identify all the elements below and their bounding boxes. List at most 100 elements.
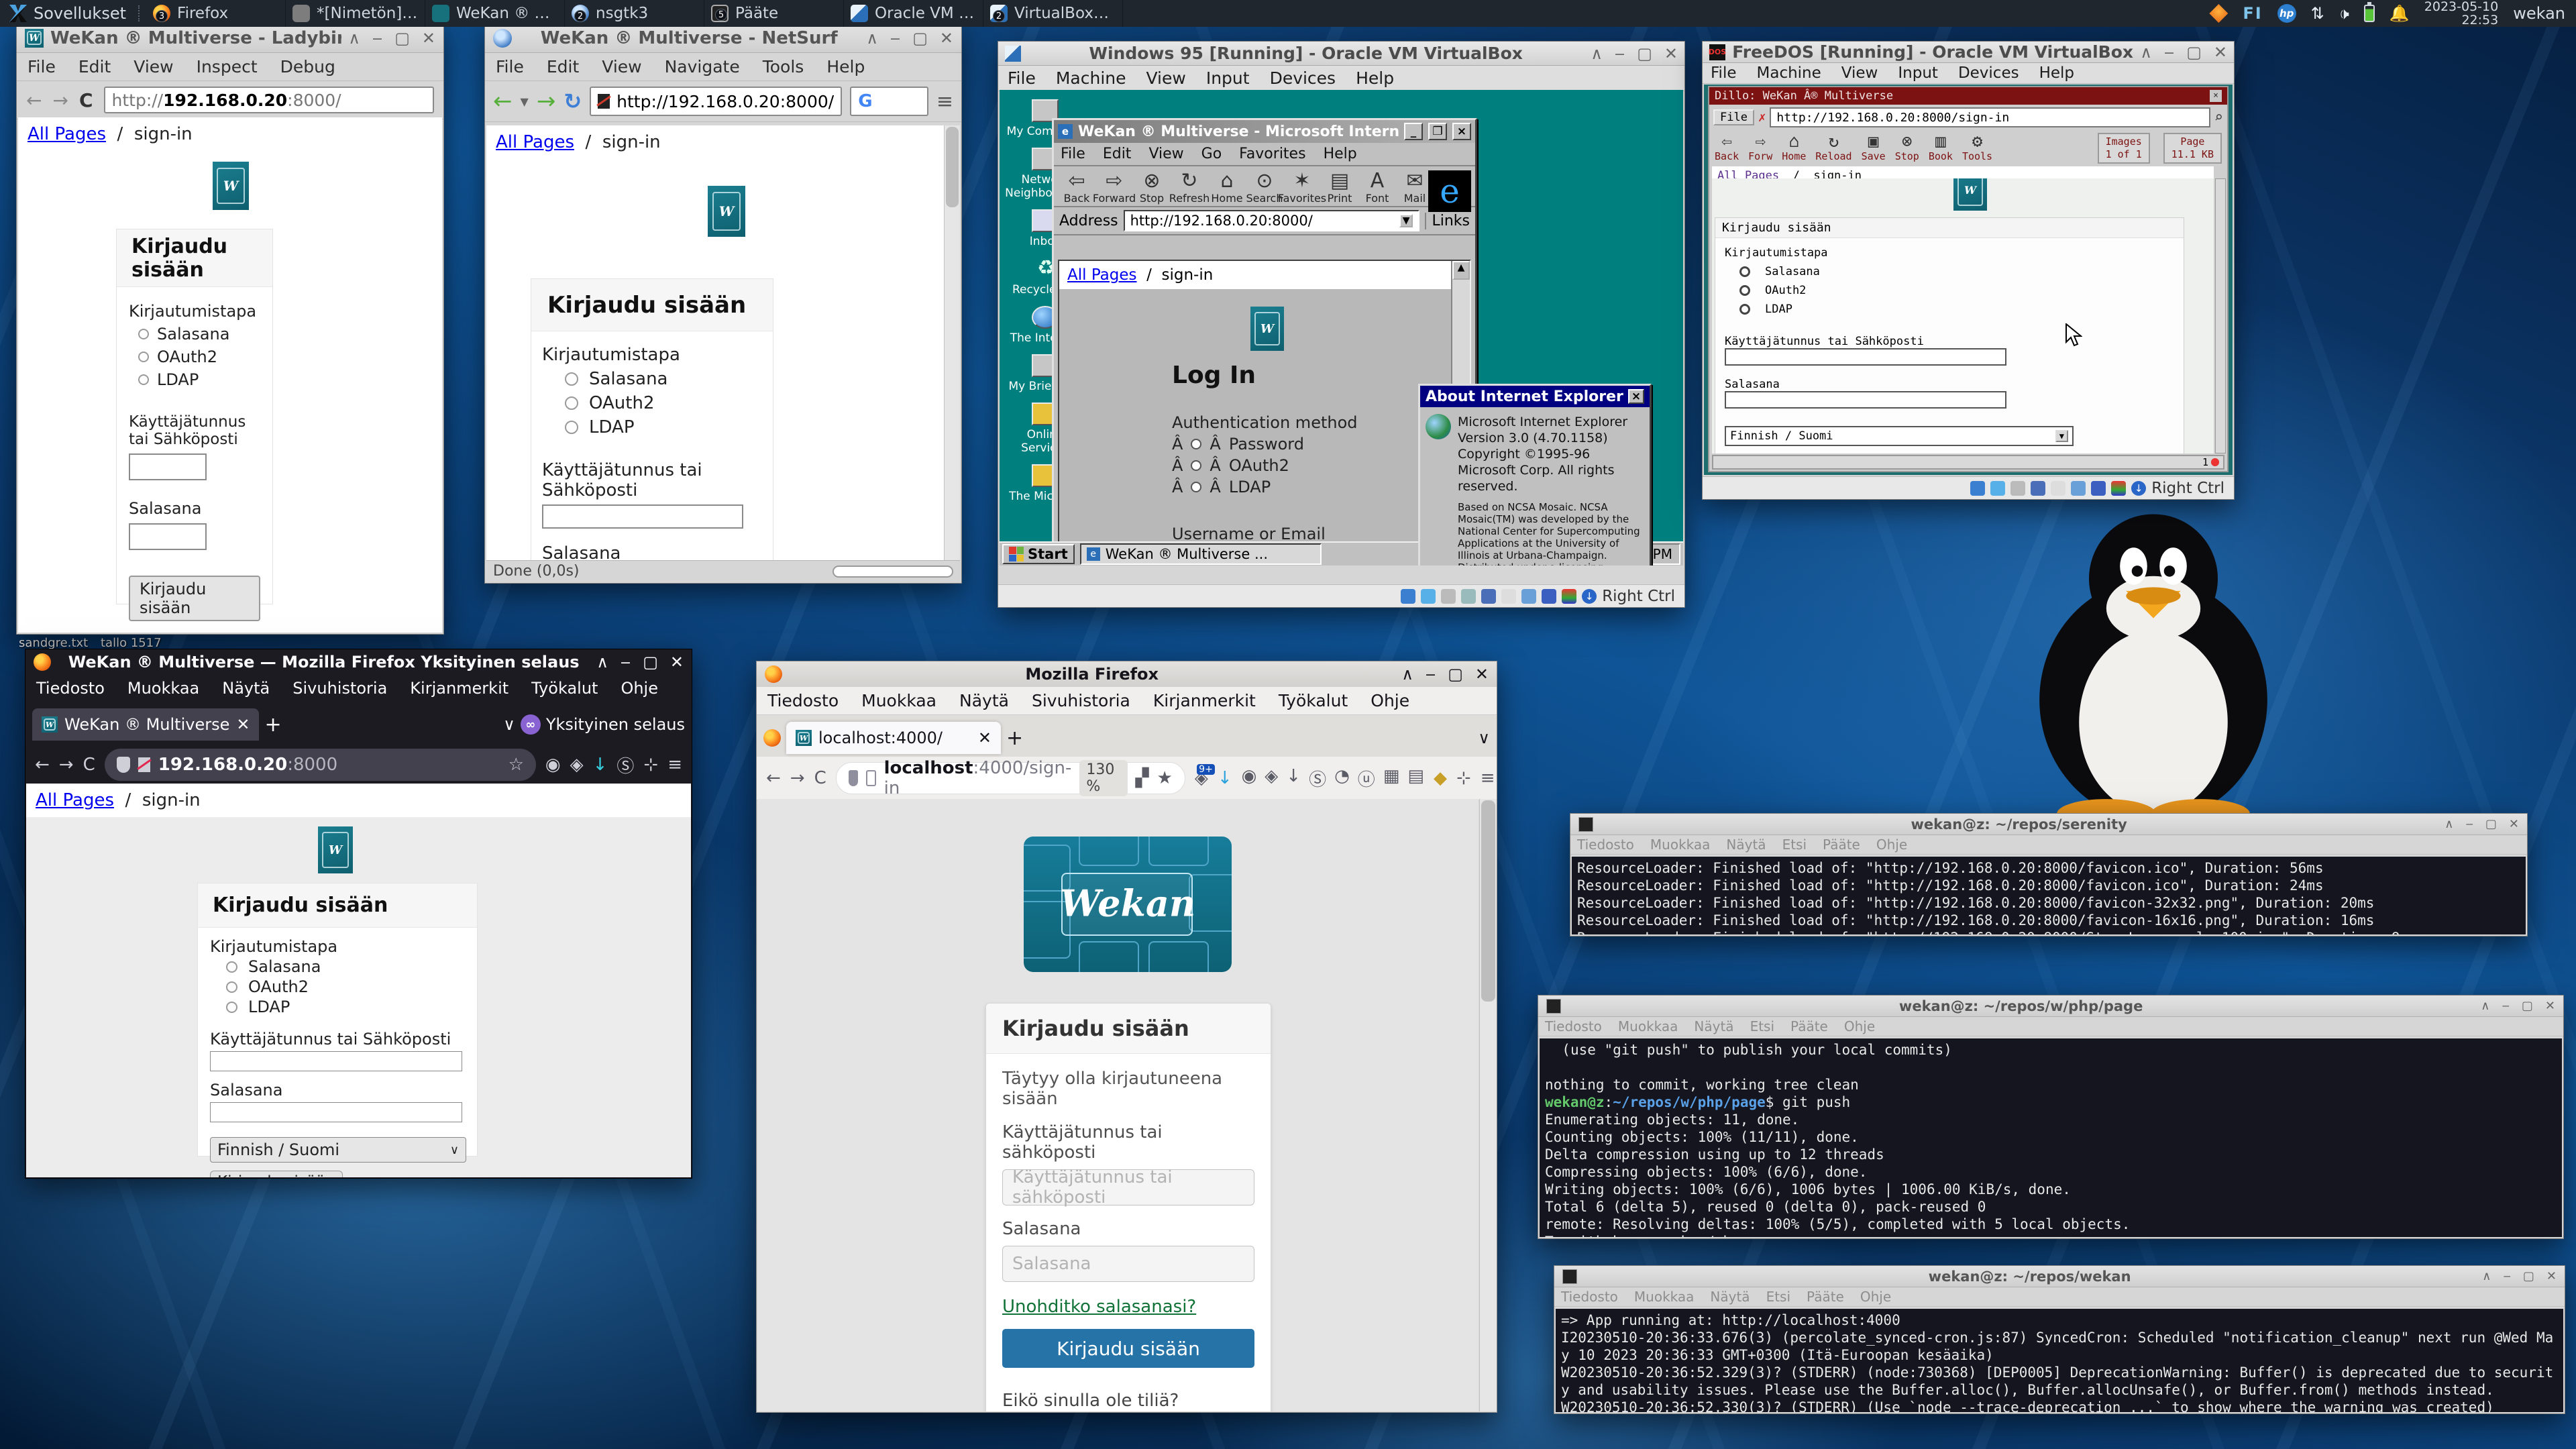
radio-icon[interactable]	[226, 1002, 237, 1013]
forward-icon[interactable]: →	[59, 755, 74, 775]
file-menu-button[interactable]: File	[1713, 109, 1754, 125]
menu-item[interactable]: Help	[2039, 64, 2074, 82]
auth-method-option[interactable]: Salasana	[138, 325, 260, 343]
taskbar-window-button[interactable]: *[Nimetön]-1.0 (RGB-vä...	[286, 0, 425, 27]
menu-item[interactable]: Näytä	[1710, 1289, 1750, 1305]
auth-method-option[interactable]: LDAP	[138, 370, 260, 389]
back-dropdown-icon[interactable]: ▼	[521, 95, 529, 108]
username-input[interactable]	[210, 1051, 462, 1071]
tab-list-chevron-icon[interactable]: ∨	[503, 715, 515, 734]
toolbar-extension-icon[interactable]: ↓	[1286, 766, 1301, 791]
language-select[interactable]: Finnish / Suomi ▼	[1725, 426, 2074, 446]
menu-item[interactable]: Pääte	[1823, 837, 1860, 853]
forgot-password-link[interactable]: Unohditko salasanasi?	[1002, 1297, 1196, 1317]
firefox-titlebar[interactable]: Mozilla Firefox ∧ ‒ ▢ ✕	[757, 661, 1497, 687]
minimize-icon[interactable]: ‒	[2502, 999, 2509, 1013]
menu-item[interactable]: File	[1711, 64, 1737, 82]
stylus-icon[interactable]: Ⓢ	[616, 753, 634, 777]
menu-item[interactable]: Etsi	[1782, 837, 1807, 853]
auth-method-option[interactable]: OAuth2	[565, 393, 762, 413]
url-bar[interactable]: localhost:4000/sign-in 130 % ▞ ★	[836, 762, 1185, 794]
maximize-icon[interactable]: ▢	[643, 653, 658, 672]
menu-item[interactable]: Help	[1324, 146, 1357, 162]
toolbar-button[interactable]: ⇦ Back	[1715, 133, 1739, 162]
radio-icon[interactable]	[1191, 482, 1201, 492]
hp-tray-icon[interactable]: hp	[2277, 4, 2296, 23]
radio-icon[interactable]	[1191, 460, 1201, 471]
close-icon[interactable]: ✕	[1664, 44, 1678, 63]
back-icon[interactable]: ←	[766, 768, 781, 788]
terminal-output[interactable]: ResourceLoader: Finished load of: "http:…	[1572, 857, 2526, 934]
toolbar-extension-icon[interactable]: Ⓢ	[1309, 766, 1326, 791]
menu-burger-icon[interactable]: ≡	[936, 90, 953, 113]
forward-icon[interactable]: →	[537, 88, 556, 115]
toolbar-extension-icon[interactable]: ◈	[1265, 766, 1278, 791]
auth-method-option[interactable]: OAuth2	[1739, 284, 2174, 297]
address-dropdown-icon[interactable]: ▼	[1399, 214, 1413, 227]
back-icon[interactable]: ←	[493, 88, 513, 115]
desktop-label[interactable]: tallo 1517	[101, 636, 162, 650]
hdd-status-icon[interactable]	[1970, 481, 1985, 496]
taskbar-window-button[interactable]: 2 VirtualBoxVM	[983, 0, 1123, 27]
taskbar-window-button[interactable]: WeKan ® Multiverse - L...	[425, 0, 565, 27]
dillo-titlebar[interactable]: Dillo: WeKan Â® Multiverse ×	[1709, 87, 2227, 105]
menu-item[interactable]: Etsi	[1766, 1289, 1790, 1305]
menu-item[interactable]: Muokkaa	[1618, 1018, 1678, 1034]
download-icon[interactable]: ↓	[593, 755, 608, 775]
permissions-shield-icon[interactable]	[849, 770, 859, 786]
radio-icon[interactable]	[565, 421, 578, 434]
close-icon[interactable]: ×	[1452, 123, 1471, 140]
desktop-label[interactable]: sandgre.txt	[19, 636, 88, 650]
menu-item[interactable]: Ohje	[621, 679, 658, 698]
hdd-status-icon[interactable]	[1401, 589, 1415, 604]
auth-method-option[interactable]: LDAP	[1739, 303, 2174, 316]
username-input[interactable]	[542, 504, 743, 529]
menu-item[interactable]: Edit	[78, 57, 111, 76]
menu-item[interactable]: Pääte	[1807, 1289, 1844, 1305]
ie-titlebar[interactable]: e WeKan ® Multiverse - Microsoft Interne…	[1054, 120, 1475, 143]
taskbar-window-button[interactable]: 5 Pääte	[704, 0, 844, 27]
toolbar-button[interactable]: ↻ Reload	[1815, 133, 1851, 162]
username-input[interactable]	[1725, 348, 2006, 366]
display-status-icon[interactable]	[1521, 589, 1536, 604]
floppy-status-icon[interactable]	[1441, 589, 1456, 604]
toolbar-button[interactable]: A Font	[1358, 170, 1396, 205]
terminal-titlebar[interactable]: wekan@z: ~/repos/w/php/page ∧ ‒ ▢ ✕	[1538, 996, 2563, 1017]
internet-explorer-window[interactable]: e WeKan ® Multiverse - Microsoft Interne…	[1052, 118, 1477, 566]
auth-method-option[interactable]: LDAP	[565, 417, 762, 437]
network-icon[interactable]: ⇅	[2311, 4, 2324, 23]
recording-status-icon[interactable]	[1562, 589, 1576, 604]
menu-burger-icon[interactable]: ≡	[667, 755, 682, 775]
password-input[interactable]	[210, 1102, 462, 1122]
all-pages-link[interactable]: All Pages	[496, 132, 574, 152]
toolbar-button[interactable]: ⌂ Home	[1782, 133, 1806, 162]
reload-icon[interactable]: C	[814, 768, 826, 788]
menu-item[interactable]: Input	[1206, 68, 1250, 88]
auth-method-option[interactable]: OAuth2	[226, 977, 465, 996]
maximize-icon[interactable]: ▢	[2522, 999, 2533, 1013]
shade-icon[interactable]: ∧	[866, 29, 878, 48]
tab-close-icon[interactable]: ✕	[978, 729, 991, 747]
menu-item[interactable]: File	[1008, 68, 1036, 88]
minimize-icon[interactable]: ‒	[1426, 665, 1436, 684]
menu-item[interactable]: Näytä	[222, 679, 270, 698]
close-icon[interactable]: ×	[1628, 389, 1644, 404]
menu-burger-icon[interactable]: ≡	[1481, 768, 1495, 788]
url-bar[interactable]: http://192.168.0.20:8000/	[590, 87, 842, 116]
terminal-output[interactable]: => App running at: http://localhost:4000…	[1556, 1309, 2563, 1412]
close-icon[interactable]: ✕	[2546, 1269, 2557, 1283]
all-pages-link[interactable]: All Pages	[36, 790, 114, 810]
menu-item[interactable]: View	[1841, 64, 1878, 82]
new-tab-icon[interactable]: +	[1006, 727, 1023, 750]
menu-item[interactable]: Muokkaa	[1634, 1289, 1695, 1305]
menu-item[interactable]: Edit	[547, 57, 579, 76]
menu-item[interactable]: Tiedosto	[1561, 1289, 1618, 1305]
radio-icon[interactable]	[565, 396, 578, 410]
tab-close-icon[interactable]: ✕	[236, 715, 250, 734]
menu-item[interactable]: Pääte	[1790, 1018, 1828, 1034]
maximize-icon[interactable]: ▢	[2186, 43, 2202, 62]
forward-icon[interactable]: →	[790, 768, 805, 788]
about-ie-dialog[interactable]: About Internet Explorer × Microsoft Inte…	[1418, 384, 1652, 566]
menu-item[interactable]: Debug	[280, 57, 335, 76]
toolbar-button[interactable]: ⊗ Stop	[1895, 133, 1919, 162]
